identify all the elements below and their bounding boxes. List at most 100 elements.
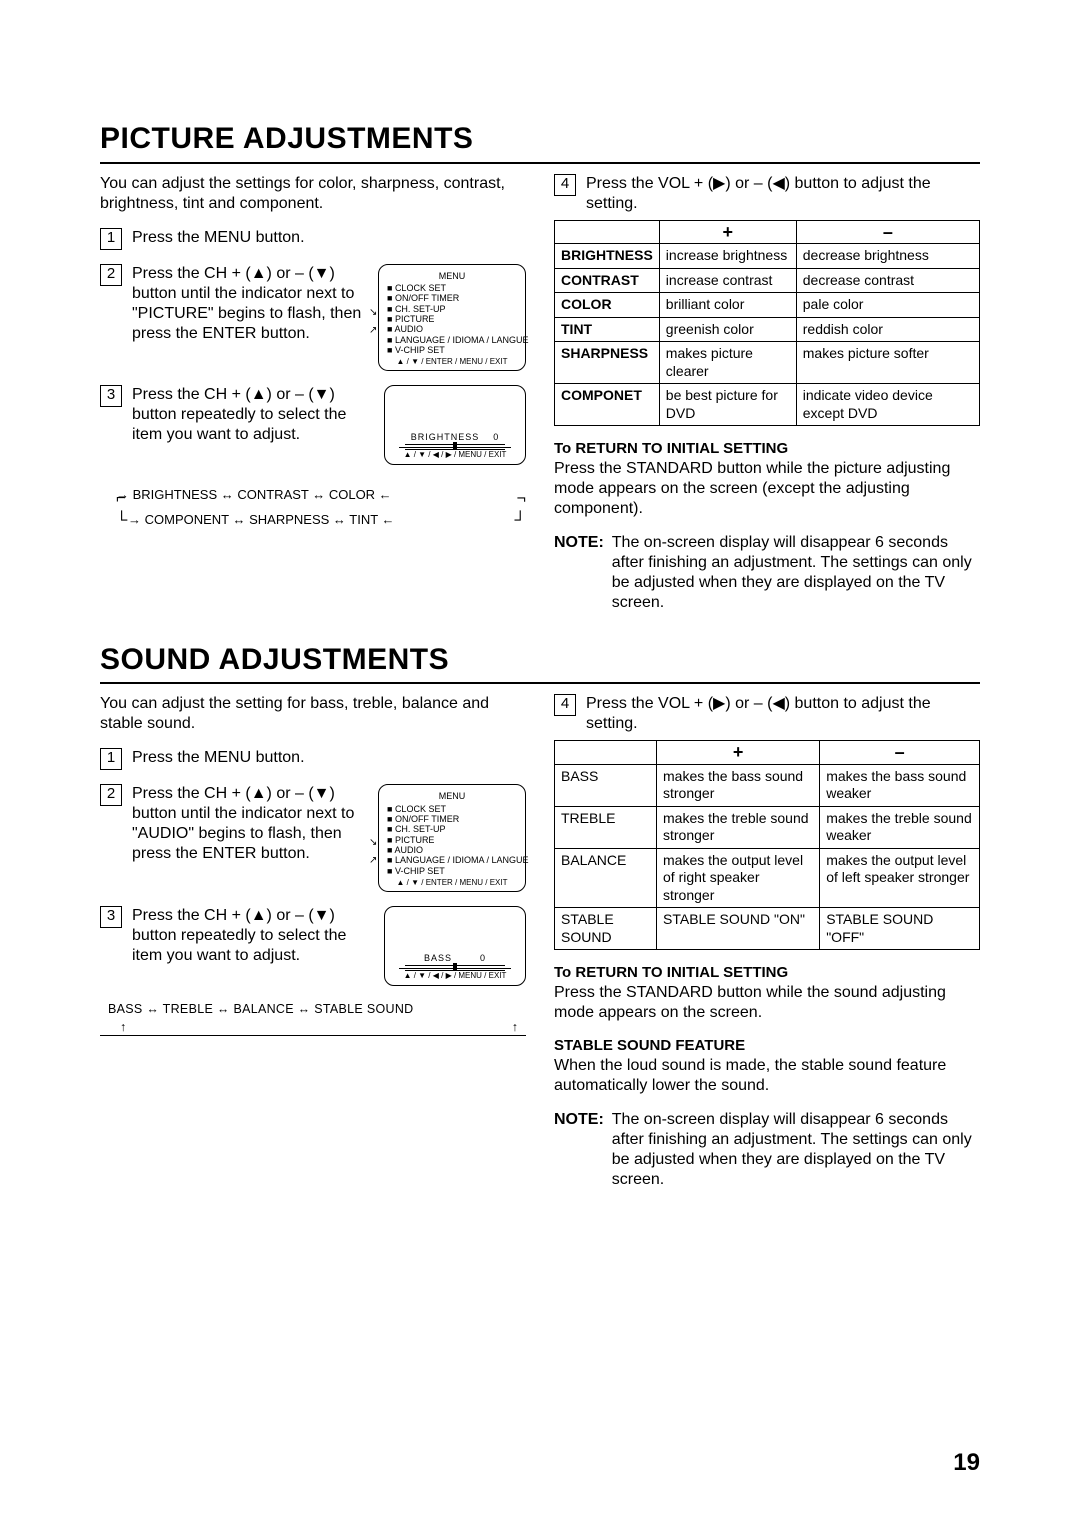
picture-note: NOTE: The on-screen display will disappe… bbox=[554, 533, 980, 613]
picture-step3: 3 Press the CH + (▲) or – (▼) button rep… bbox=[100, 385, 526, 465]
page-number: 19 bbox=[953, 1448, 980, 1478]
sound-left-col: You can adjust the setting for bass, tre… bbox=[100, 694, 526, 1190]
cell: makes the bass sound weaker bbox=[820, 764, 980, 806]
cell: increase brightness bbox=[659, 244, 796, 269]
picture-step4: 4 Press the VOL + (▶) or – (◀) button to… bbox=[554, 174, 980, 214]
table-row: TINTgreenish colorreddish color bbox=[555, 317, 980, 342]
cell: greenish color bbox=[659, 317, 796, 342]
step-text: Press the MENU button. bbox=[132, 748, 526, 768]
row-label: STABLE SOUND bbox=[555, 908, 657, 950]
note-body: The on-screen display will disappear 6 s… bbox=[612, 1110, 980, 1190]
step-number: 2 bbox=[100, 264, 122, 286]
cell: brilliant color bbox=[659, 293, 796, 318]
osd-item: ■ AUDIO bbox=[387, 324, 517, 334]
row-label: BASS bbox=[555, 764, 657, 806]
picture-columns: You can adjust the settings for color, s… bbox=[100, 174, 980, 613]
sound-cycle-diagram: BASS ↔ TREBLE ↔ BALANCE ↔ STABLE SOUND ↑… bbox=[100, 1002, 526, 1036]
osd-level-brightness: BRIGHTNESS 0 ▲ / ▼ / ◀ / ▶ / MENU / EXIT bbox=[384, 385, 526, 465]
selector-arrow-icon: ↗ bbox=[369, 325, 377, 337]
return-heading-text: To RETURN TO INITIAL SETTING bbox=[554, 440, 788, 457]
osd-item: ■ PICTURE bbox=[387, 314, 517, 324]
osd-item-label: CH. SET-UP bbox=[395, 824, 446, 834]
step-number: 4 bbox=[554, 694, 576, 716]
picture-cycle-diagram: → BRIGHTNESS ↔ CONTRAST ↔ COLOR ← ⌐ ¬ └ … bbox=[100, 483, 526, 532]
osd-item: ■ CH. SET-UP bbox=[387, 304, 517, 314]
cell: decrease contrast bbox=[796, 268, 979, 293]
step-number: 4 bbox=[554, 174, 576, 196]
cell: decrease brightness bbox=[796, 244, 979, 269]
minus-header: – bbox=[820, 741, 980, 765]
step-text: Press the CH + (▲) or – (▼) button until… bbox=[132, 784, 368, 864]
stable-heading: STABLE SOUND FEATURE bbox=[554, 1037, 980, 1056]
selector-arrow-icon: ↗ bbox=[369, 855, 377, 867]
note-body: The on-screen display will disappear 6 s… bbox=[612, 533, 980, 613]
table-row: BRIGHTNESSincrease brightnessdecrease br… bbox=[555, 244, 980, 269]
step-text: Press the VOL + (▶) or – (◀) button to a… bbox=[586, 174, 980, 214]
step-body: Press the CH + (▲) or – (▼) button repea… bbox=[132, 385, 526, 465]
row-label: COMPONET bbox=[555, 384, 660, 426]
row-label: TINT bbox=[555, 317, 660, 342]
cell: makes the output level of right speaker … bbox=[657, 848, 820, 908]
step-text: Press the CH + (▲) or – (▼) button repea… bbox=[132, 906, 374, 966]
sound-columns: You can adjust the setting for bass, tre… bbox=[100, 694, 980, 1190]
step-number: 2 bbox=[100, 784, 122, 806]
osd-item: ■ V-CHIP SET bbox=[387, 866, 517, 876]
manual-page: PICTURE ADJUSTMENTS You can adjust the s… bbox=[0, 0, 1080, 1528]
table-row: COLORbrilliant colorpale color bbox=[555, 293, 980, 318]
osd-level-value: 0 bbox=[493, 432, 499, 442]
osd-item: ■ AUDIO bbox=[387, 845, 517, 855]
table-row: TREBLEmakes the treble sound strongermak… bbox=[555, 806, 980, 848]
up-arrow-icon: ↑ bbox=[512, 1020, 518, 1036]
cycle-line2: → COMPONENT ↔ SHARPNESS ↔ TINT ← bbox=[100, 508, 526, 533]
cell: be best picture for DVD bbox=[659, 384, 796, 426]
note-label: NOTE: bbox=[554, 1110, 604, 1190]
step-number: 3 bbox=[100, 385, 122, 407]
osd-level-label: BRIGHTNESS bbox=[411, 432, 480, 442]
osd-item: ■ V-CHIP SET bbox=[387, 345, 517, 355]
cell: STABLE SOUND "OFF" bbox=[820, 908, 980, 950]
table-row: COMPONETbe best picture for DVDindicate … bbox=[555, 384, 980, 426]
stable-body: When the loud sound is made, the stable … bbox=[554, 1056, 980, 1096]
sound-intro: You can adjust the setting for bass, tre… bbox=[100, 694, 526, 734]
picture-intro: You can adjust the settings for color, s… bbox=[100, 174, 526, 214]
osd-title: MENU bbox=[387, 271, 517, 281]
row-label: SHARPNESS bbox=[555, 342, 660, 384]
heading-picture: PICTURE ADJUSTMENTS bbox=[100, 120, 980, 158]
return-body: Press the STANDARD button while the pict… bbox=[554, 459, 980, 519]
cell: STABLE SOUND "ON" bbox=[657, 908, 820, 950]
step-body: Press the CH + (▲) or – (▼) button until… bbox=[132, 784, 526, 892]
osd-item: ■ CH. SET-UP bbox=[387, 824, 517, 834]
osd-level-value: 0 bbox=[480, 953, 486, 963]
sound-adjust-table: + – BASSmakes the bass sound strongermak… bbox=[554, 740, 980, 950]
step-text: Press the MENU button. bbox=[132, 228, 526, 248]
picture-adjust-table: + – BRIGHTNESSincrease brightnessdecreas… bbox=[554, 220, 980, 427]
osd-item-label: ON/OFF TIMER bbox=[395, 814, 459, 824]
cycle-line: BASS ↔ TREBLE ↔ BALANCE ↔ STABLE SOUND bbox=[100, 1002, 526, 1018]
rule bbox=[100, 162, 980, 164]
cell: makes the treble sound weaker bbox=[820, 806, 980, 848]
osd-item-label: CLOCK SET bbox=[395, 804, 446, 814]
osd-footer: ▲ / ▼ / ◀ / ▶ / MENU / EXIT bbox=[399, 447, 511, 460]
osd-level-label: BASS bbox=[424, 953, 452, 963]
sound-step4: 4 Press the VOL + (▶) or – (◀) button to… bbox=[554, 694, 980, 734]
row-label: BRIGHTNESS bbox=[555, 244, 660, 269]
return-heading-text: To RETURN TO INITIAL SETTING bbox=[554, 964, 788, 981]
osd-title: MENU bbox=[387, 791, 517, 801]
selector-arrow-icon: ↘ bbox=[369, 837, 377, 849]
table-row: CONTRASTincrease contrastdecrease contra… bbox=[555, 268, 980, 293]
osd-item-label: LANGUAGE / IDIOMA / LANGUE bbox=[395, 335, 529, 345]
return-heading: To RETURN TO INITIAL SETTING bbox=[554, 440, 980, 459]
osd-item-label: ON/OFF TIMER bbox=[395, 293, 459, 303]
osd-item-label: CH. SET-UP bbox=[395, 304, 446, 314]
heading-sound: SOUND ADJUSTMENTS bbox=[100, 641, 980, 679]
cell: indicate video device except DVD bbox=[796, 384, 979, 426]
sound-step3: 3 Press the CH + (▲) or – (▼) button rep… bbox=[100, 906, 526, 986]
row-label: BALANCE bbox=[555, 848, 657, 908]
osd-item: ■ ON/OFF TIMER bbox=[387, 293, 517, 303]
osd-item-label: AUDIO bbox=[394, 845, 423, 855]
osd-item: ■ CLOCK SET bbox=[387, 804, 517, 814]
osd-item-label: AUDIO bbox=[394, 324, 423, 334]
step-body: Press the CH + (▲) or – (▼) button until… bbox=[132, 264, 526, 372]
table-corner bbox=[555, 220, 660, 244]
picture-step2: 2 Press the CH + (▲) or – (▼) button unt… bbox=[100, 264, 526, 372]
